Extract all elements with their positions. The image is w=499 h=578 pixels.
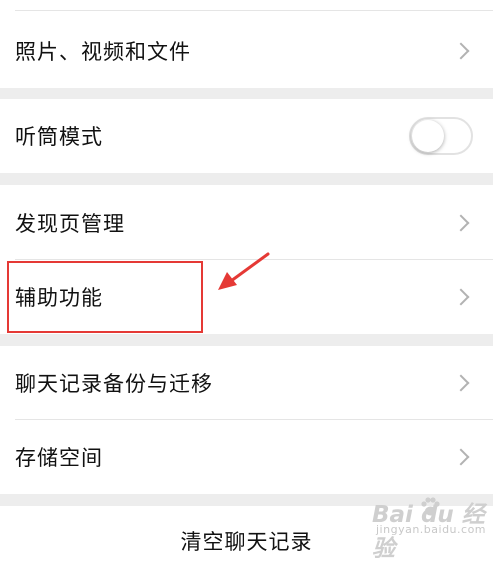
right-edge xyxy=(493,0,499,578)
settings-row-backup[interactable]: 聊天记录备份与迁移 xyxy=(0,346,493,420)
settings-row-label: 听筒模式 xyxy=(15,125,103,149)
chevron-right-icon xyxy=(452,374,470,392)
toggle-knob xyxy=(412,120,444,152)
paw-logo-icon xyxy=(421,497,440,516)
settings-row-label: 聊天记录备份与迁移 xyxy=(15,372,213,396)
settings-row-storage[interactable]: 存储空间 xyxy=(0,420,493,494)
settings-row-label: 发现页管理 xyxy=(15,211,125,236)
watermark-url: jingyan.baidu.com xyxy=(376,523,487,536)
divider xyxy=(15,10,493,11)
chevron-right-icon xyxy=(452,42,470,60)
chevron-right-icon xyxy=(452,288,470,306)
chevron-right-icon xyxy=(452,214,470,231)
pointer-arrow-icon xyxy=(218,252,270,290)
baidu-jingyan-watermark: Bai du 经验 jingyan.baidu.com xyxy=(370,493,495,562)
settings-row-media[interactable]: 照片、视频和文件 xyxy=(0,0,493,88)
earpiece-toggle[interactable] xyxy=(409,117,473,155)
settings-screen: 照片、视频和文件 听筒模式 发现页管理 辅助功能 聊天记录备份与迁移 存储空间 … xyxy=(0,0,499,578)
settings-row-label: 存储空间 xyxy=(15,446,103,470)
settings-row-discover[interactable]: 发现页管理 xyxy=(0,185,493,260)
settings-row-earpiece: 听筒模式 xyxy=(0,99,493,173)
highlight-box xyxy=(7,261,203,333)
chevron-right-icon xyxy=(452,448,470,466)
settings-row-label: 照片、视频和文件 xyxy=(15,40,191,64)
